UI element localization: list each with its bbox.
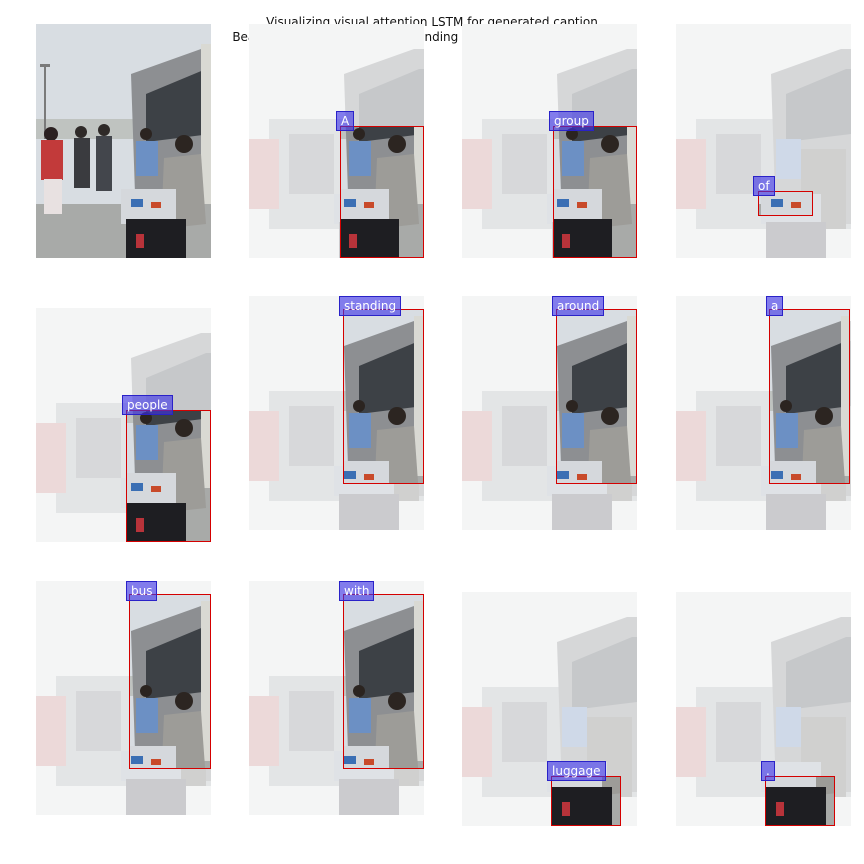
- word-label: with: [339, 581, 375, 601]
- word-label: group: [549, 111, 594, 131]
- attention-panel-around: around: [462, 296, 637, 530]
- original-image-panel: [36, 24, 211, 258]
- attention-box: [556, 309, 637, 484]
- attention-panel-period: .: [676, 592, 851, 826]
- word-label: people: [122, 395, 173, 415]
- word-label: .: [761, 761, 775, 781]
- word-label: of: [753, 176, 775, 196]
- attention-panel-bus: bus: [36, 581, 211, 815]
- attention-box: [343, 309, 424, 484]
- word-label: A: [336, 111, 355, 131]
- word-label: luggage: [547, 761, 606, 781]
- attention-panel-a: A: [249, 24, 424, 258]
- street-bus-photo: [36, 24, 211, 258]
- attention-box: [551, 776, 621, 826]
- attention-panel-group: group: [462, 24, 637, 258]
- attention-panel-of: of: [676, 24, 851, 258]
- attention-box: [340, 126, 424, 258]
- attention-panel-standing: standing: [249, 296, 424, 530]
- attention-box: [343, 594, 424, 769]
- attention-box: [553, 126, 637, 258]
- attention-box: [126, 410, 211, 542]
- attention-panel-a-lower: a: [676, 296, 851, 530]
- word-label: bus: [126, 581, 158, 601]
- attention-panel-with: with: [249, 581, 424, 815]
- attention-box: [769, 309, 850, 484]
- word-label: a: [766, 296, 784, 316]
- attention-box: [765, 776, 835, 826]
- faded-photo: [676, 24, 851, 258]
- word-label: standing: [339, 296, 402, 316]
- attention-panel-people: people: [36, 308, 211, 542]
- attention-box: [129, 594, 211, 769]
- attention-panel-luggage: luggage: [462, 592, 637, 826]
- word-label: around: [552, 296, 605, 316]
